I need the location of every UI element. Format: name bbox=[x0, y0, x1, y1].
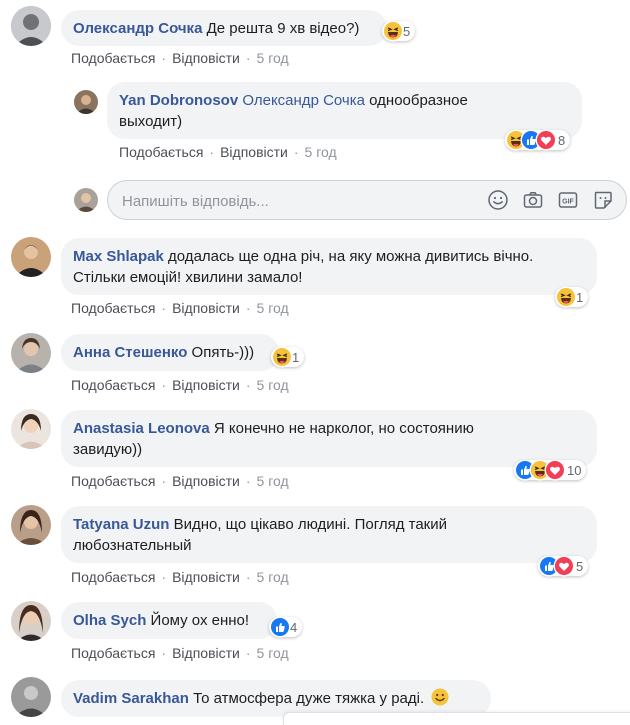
current-user-avatar[interactable] bbox=[74, 188, 98, 212]
timestamp[interactable]: 5 год bbox=[257, 645, 289, 661]
reply-link[interactable]: Відповісти bbox=[172, 377, 240, 393]
reaction-summary[interactable]: 5 bbox=[382, 21, 416, 41]
reaction-count: 10 bbox=[567, 462, 582, 478]
haha-reaction-icon bbox=[384, 22, 402, 40]
comment-bubble: Anastasia Leonova Я конечно не нарколог,… bbox=[61, 410, 597, 467]
love-reaction-icon bbox=[537, 131, 555, 149]
like-link[interactable]: Подобається bbox=[71, 569, 155, 585]
haha-reaction-icon bbox=[273, 348, 291, 366]
comment-author[interactable]: Olha Sych bbox=[73, 612, 146, 629]
timestamp[interactable]: 5 год bbox=[257, 300, 289, 316]
comment-actions: Подобається · Відповісти · 5 год bbox=[71, 645, 289, 661]
bottom-popup-edge bbox=[283, 712, 630, 725]
reply-link[interactable]: Відповісти bbox=[172, 473, 240, 489]
avatar[interactable] bbox=[11, 6, 51, 46]
comment-author[interactable]: Олександр Сочка bbox=[73, 20, 202, 37]
comment-text: Я конечно не нарколог, но состоянию bbox=[213, 420, 474, 437]
comment-text: Опять-))) bbox=[191, 344, 255, 361]
comment-text: выходит) bbox=[119, 113, 183, 130]
comment-text: додалась ще одна річ, на яку можна дивит… bbox=[168, 248, 534, 265]
avatar[interactable] bbox=[74, 90, 98, 114]
love-reaction-icon bbox=[546, 461, 564, 479]
smile-emoji-icon bbox=[431, 688, 449, 712]
like-link[interactable]: Подобається bbox=[71, 50, 155, 66]
like-reaction-icon bbox=[271, 618, 289, 636]
reaction-summary[interactable]: 1 bbox=[271, 347, 305, 367]
avatar[interactable] bbox=[11, 409, 51, 449]
like-link[interactable]: Подобається bbox=[71, 645, 155, 661]
reply-link[interactable]: Відповісти bbox=[220, 144, 288, 160]
timestamp[interactable]: 5 год bbox=[257, 377, 289, 393]
like-link[interactable]: Подобається bbox=[71, 300, 155, 316]
smiley-icon[interactable] bbox=[487, 189, 509, 211]
reaction-summary[interactable]: 5 bbox=[538, 556, 589, 576]
sticker-icon[interactable] bbox=[592, 189, 614, 211]
comment-author[interactable]: Max Shlapak bbox=[73, 248, 164, 265]
avatar[interactable] bbox=[11, 677, 51, 717]
comment-bubble: Olha Sych Йому ох енно! bbox=[61, 602, 277, 639]
comment-actions: Подобається · Відповісти · 5 год bbox=[71, 377, 289, 393]
reply-box[interactable]: GIF bbox=[107, 180, 627, 220]
reaction-count: 5 bbox=[576, 558, 584, 574]
comment-actions: Подобається · Відповісти · 5 год bbox=[71, 300, 289, 316]
comment-actions: Подобається · Відповісти · 5 год bbox=[71, 569, 289, 585]
comment-actions: Подобається · Відповісти · 5 год bbox=[71, 50, 289, 66]
comment-text: Де решта 9 хв відео?) bbox=[206, 20, 360, 37]
comment-author[interactable]: Vadim Sarakhan bbox=[73, 690, 189, 707]
reaction-count: 1 bbox=[292, 349, 300, 365]
comment-text: Йому ох енно! bbox=[150, 612, 250, 629]
avatar[interactable] bbox=[11, 333, 51, 373]
reply-link[interactable]: Відповісти bbox=[172, 645, 240, 661]
like-link[interactable]: Подобається bbox=[119, 144, 203, 160]
reaction-summary[interactable]: 1 bbox=[555, 287, 589, 307]
svg-text:GIF: GIF bbox=[562, 198, 574, 205]
timestamp[interactable]: 5 год bbox=[257, 473, 289, 489]
comment-actions: Подобається · Відповісти · 5 год bbox=[71, 473, 289, 489]
comment-author[interactable]: Tatyana Uzun bbox=[73, 516, 169, 533]
camera-icon[interactable] bbox=[522, 189, 544, 211]
avatar[interactable] bbox=[11, 505, 51, 545]
like-link[interactable]: Подобається bbox=[71, 377, 155, 393]
comment-bubble: Tatyana Uzun Видно, що цікаво людині. По… bbox=[61, 506, 597, 563]
reaction-summary[interactable]: 4 bbox=[269, 617, 303, 637]
comment-author[interactable]: Anastasia Leonova bbox=[73, 420, 210, 437]
timestamp[interactable]: 5 год bbox=[305, 144, 337, 160]
comment-text: однообразное bbox=[369, 92, 468, 109]
comment-actions: Подобається · Відповісти · 5 год bbox=[119, 144, 337, 160]
like-link[interactable]: Подобається bbox=[71, 473, 155, 489]
reaction-summary[interactable]: 8 bbox=[505, 130, 571, 150]
comment-text: Видно, що цікаво людині. Погляд такий bbox=[173, 516, 448, 533]
reply-link[interactable]: Відповісти bbox=[172, 300, 240, 316]
reaction-count: 5 bbox=[403, 23, 411, 39]
haha-reaction-icon bbox=[557, 288, 575, 306]
timestamp[interactable]: 5 год bbox=[257, 50, 289, 66]
comment-author[interactable]: Анна Стешенко bbox=[73, 344, 187, 361]
reply-input[interactable] bbox=[120, 190, 464, 212]
reply-link[interactable]: Відповісти bbox=[172, 50, 240, 66]
mention-link[interactable]: Олександр Сочка bbox=[242, 92, 365, 109]
love-reaction-icon bbox=[555, 557, 573, 575]
comment-bubble: Анна Стешенко Опять-))) bbox=[61, 334, 279, 371]
comment-text: любознательный bbox=[73, 537, 192, 554]
comment-text: завидую)) bbox=[73, 441, 143, 458]
reply-link[interactable]: Відповісти bbox=[172, 569, 240, 585]
reaction-count: 1 bbox=[576, 289, 584, 305]
reaction-count: 4 bbox=[290, 619, 298, 635]
reaction-count: 8 bbox=[558, 132, 566, 148]
comment-text: Стільки емоцій! хвилини замало! bbox=[73, 269, 303, 286]
avatar[interactable] bbox=[11, 601, 51, 641]
comment-text: То атмосфера дуже тяжка у раді. bbox=[193, 690, 425, 707]
reaction-summary[interactable]: 10 bbox=[514, 460, 587, 480]
comment-author[interactable]: Yan Dobronosov bbox=[119, 92, 238, 109]
avatar[interactable] bbox=[11, 237, 51, 277]
gif-icon[interactable]: GIF bbox=[557, 189, 579, 211]
comment-bubble: Max Shlapak додалась ще одна річ, на яку… bbox=[61, 238, 597, 295]
timestamp[interactable]: 5 год bbox=[257, 569, 289, 585]
comment-bubble: Олександр Сочка Де решта 9 хв відео?) bbox=[61, 10, 387, 46]
